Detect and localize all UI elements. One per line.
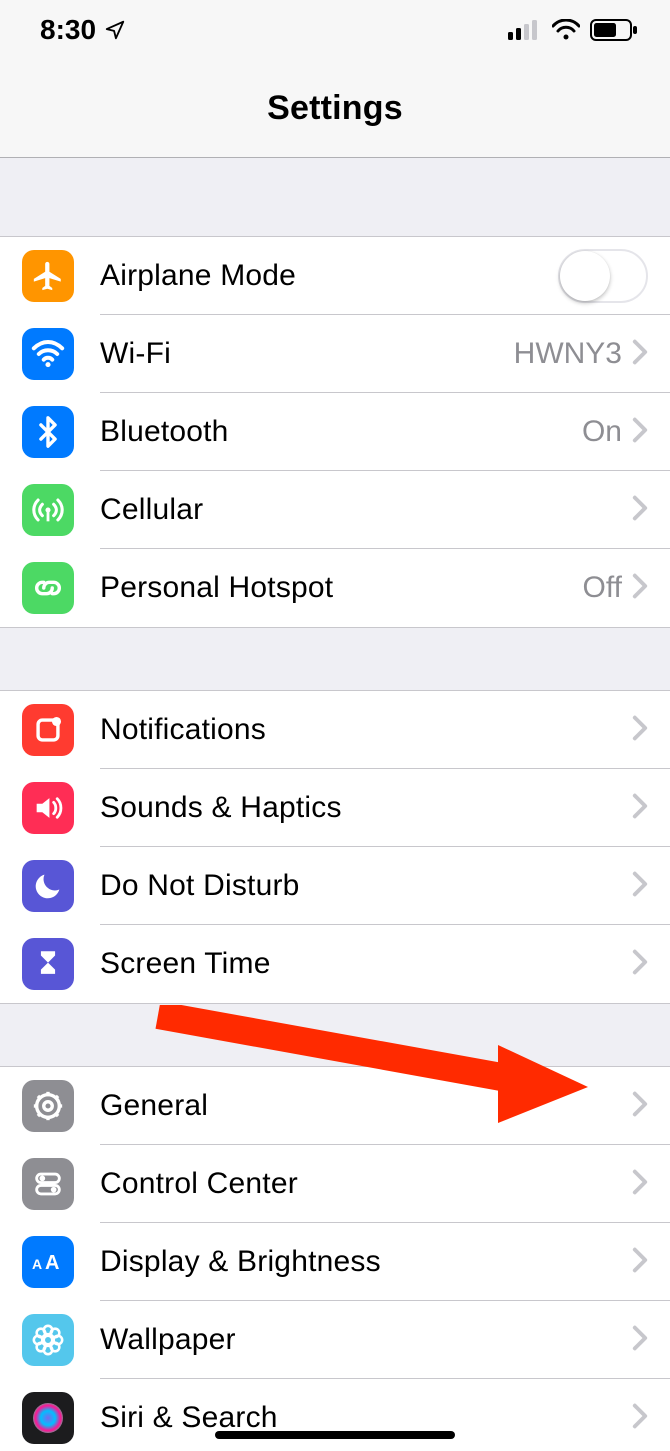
row-airplane-mode[interactable]: Airplane Mode [0, 237, 670, 315]
battery-icon [590, 19, 638, 41]
location-arrow-icon [104, 19, 126, 41]
airplane-icon [22, 250, 74, 302]
row-label: Airplane Mode [100, 259, 558, 293]
row-general[interactable]: General [0, 1067, 670, 1145]
row-label: Siri & Search [100, 1401, 632, 1435]
row-sounds[interactable]: Sounds & Haptics [0, 769, 670, 847]
wifi-icon [22, 328, 74, 380]
speaker-icon [22, 782, 74, 834]
moon-icon [22, 860, 74, 912]
row-label: Do Not Disturb [100, 869, 632, 903]
page-title: Settings [267, 89, 403, 128]
status-right [508, 19, 638, 41]
row-cellular[interactable]: Cellular [0, 471, 670, 549]
row-label: Wi-Fi [100, 337, 514, 371]
switches-icon [22, 1158, 74, 1210]
notifications-icon [22, 704, 74, 756]
row-control-center[interactable]: Control Center [0, 1145, 670, 1223]
flower-icon [22, 1314, 74, 1366]
row-label: Cellular [100, 493, 632, 527]
chevron-right-icon [632, 793, 648, 824]
settings-group-connectivity: Airplane Mode Wi-Fi HWNY3 Bluetooth On C… [0, 236, 670, 628]
navigation-bar: Settings [0, 60, 670, 158]
chevron-right-icon [632, 1169, 648, 1200]
hourglass-icon [22, 938, 74, 990]
cellular-signal-icon [508, 20, 542, 40]
link-icon [22, 562, 74, 614]
row-notifications[interactable]: Notifications [0, 691, 670, 769]
row-label: Display & Brightness [100, 1245, 632, 1279]
chevron-right-icon [632, 1325, 648, 1356]
row-label: Sounds & Haptics [100, 791, 632, 825]
row-siri-search[interactable]: Siri & Search [0, 1379, 670, 1451]
row-label: Bluetooth [100, 415, 582, 449]
chevron-right-icon [632, 495, 648, 526]
row-label: Notifications [100, 713, 632, 747]
status-bar: 8:30 [0, 0, 670, 60]
chevron-right-icon [632, 871, 648, 902]
status-time: 8:30 [40, 14, 96, 46]
chevron-right-icon [632, 1247, 648, 1278]
row-personal-hotspot[interactable]: Personal Hotspot Off [0, 549, 670, 627]
svg-text:A: A [45, 1252, 59, 1274]
antenna-icon [22, 484, 74, 536]
svg-text:A: A [32, 1256, 42, 1272]
group-gap [0, 628, 670, 690]
row-label: Control Center [100, 1167, 632, 1201]
chevron-right-icon [632, 417, 648, 448]
chevron-right-icon [632, 1403, 648, 1434]
row-value: HWNY3 [514, 337, 622, 371]
row-label: Screen Time [100, 947, 632, 981]
row-value: On [582, 415, 622, 449]
row-label: General [100, 1089, 632, 1123]
row-display-brightness[interactable]: AA Display & Brightness [0, 1223, 670, 1301]
row-label: Personal Hotspot [100, 571, 583, 605]
chevron-right-icon [632, 1091, 648, 1122]
settings-group-alerts: Notifications Sounds & Haptics Do Not Di… [0, 690, 670, 1004]
airplane-mode-switch[interactable] [558, 249, 648, 303]
row-value: Off [583, 571, 622, 605]
home-indicator [215, 1431, 455, 1439]
row-wallpaper[interactable]: Wallpaper [0, 1301, 670, 1379]
text-size-icon: AA [22, 1236, 74, 1288]
status-left: 8:30 [40, 14, 126, 46]
bluetooth-icon [22, 406, 74, 458]
row-screen-time[interactable]: Screen Time [0, 925, 670, 1003]
settings-group-device: General Control Center AA Display & Brig… [0, 1066, 670, 1451]
group-gap [0, 158, 670, 236]
row-do-not-disturb[interactable]: Do Not Disturb [0, 847, 670, 925]
chevron-right-icon [632, 715, 648, 746]
chevron-right-icon [632, 573, 648, 604]
siri-icon [22, 1392, 74, 1444]
row-bluetooth[interactable]: Bluetooth On [0, 393, 670, 471]
row-wifi[interactable]: Wi-Fi HWNY3 [0, 315, 670, 393]
wifi-icon [552, 19, 580, 41]
row-label: Wallpaper [100, 1323, 632, 1357]
chevron-right-icon [632, 949, 648, 980]
gear-icon [22, 1080, 74, 1132]
chevron-right-icon [632, 339, 648, 370]
group-gap [0, 1004, 670, 1066]
